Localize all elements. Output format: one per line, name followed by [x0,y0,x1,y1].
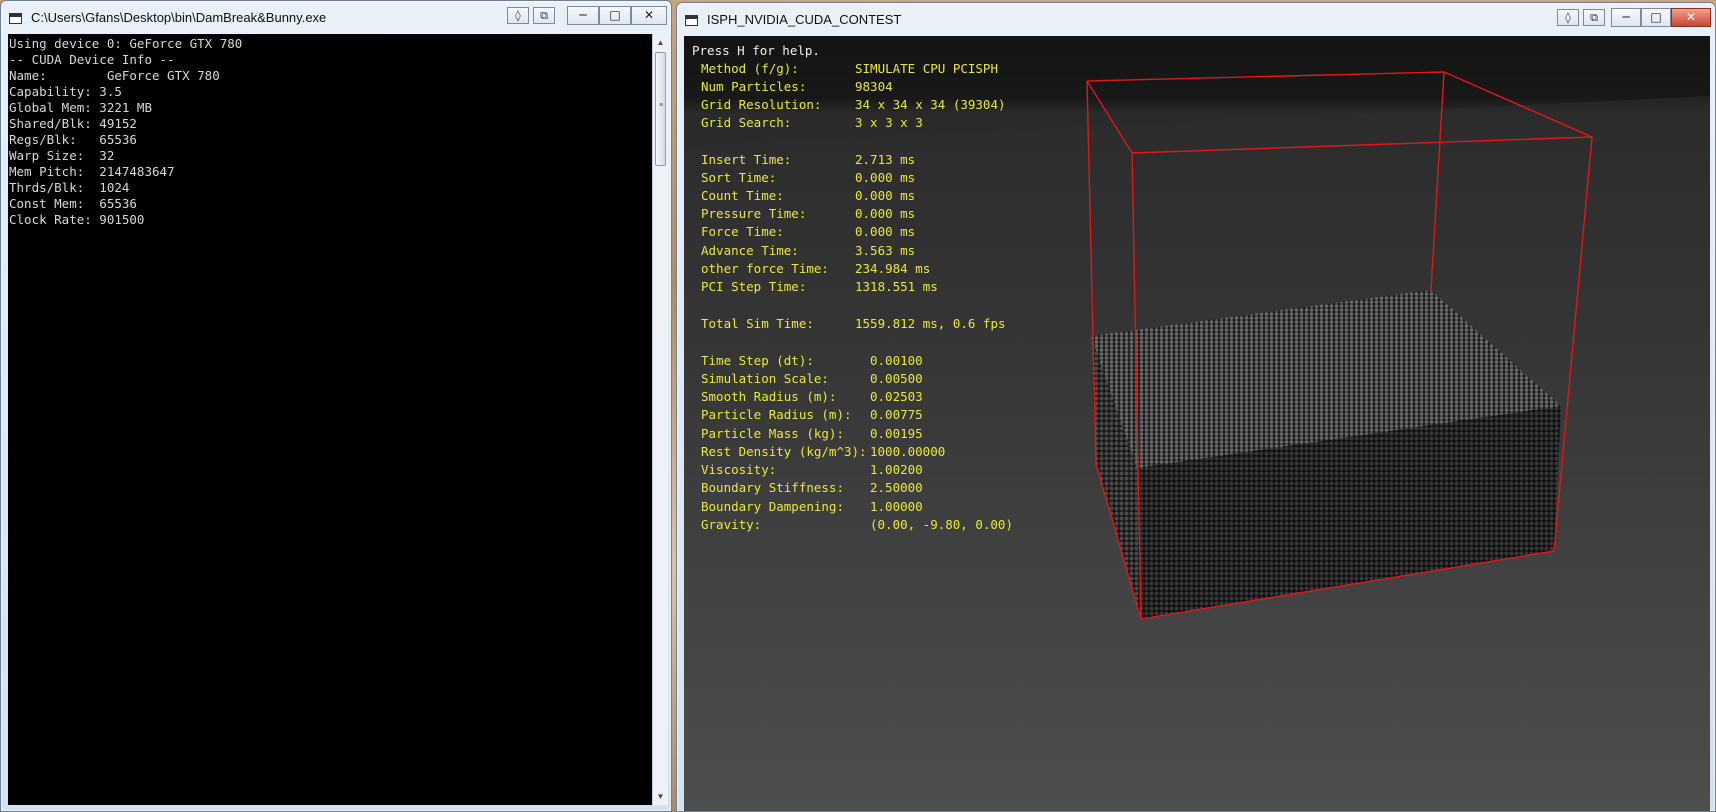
scroll-thumb[interactable]: ≡ [655,52,666,166]
console-line: Shared/Blk: 49152 [9,116,137,131]
simulation-window: ISPH_NVIDIA_CUDA_CONTEST ◊ ⧉ ─ □ ✕ Press… [676,2,1716,812]
stat-value: 34 x 34 x 34 (39304) [855,97,1006,112]
console-line: -- CUDA Device Info -- [9,52,175,67]
stat-value: 0.000 ms [855,224,916,239]
console-title: C:\Users\Gfans\Desktop\bin\DamBreak&Bunn… [31,10,327,25]
simulation-extra-button-2[interactable]: ⧉ [1583,9,1605,26]
param-value: 0.00775 [870,407,923,422]
simulation-close-button[interactable]: ✕ [1671,8,1711,27]
help-hint: Press H for help. [692,43,820,58]
console-line: Capability: 3.5 [9,84,122,99]
stat-value: SIMULATE CPU PCISPH [855,61,998,76]
param-label: Particle Mass (kg): [701,426,844,441]
stat-value: 234.984 ms [855,261,931,276]
render-viewport[interactable]: Press H for help. Method (f/g): Num Part… [684,36,1710,811]
param-label: Viscosity: [701,462,777,477]
simulation-extra-button-1[interactable]: ◊ [1557,9,1579,26]
stat-value: 2.713 ms [855,152,916,167]
console-line: Using device 0: GeForce GTX 780 [9,36,243,51]
stat-label: other force Time: [701,261,829,276]
console-scrollbar[interactable]: ▲ ≡ ▼ [652,34,668,805]
param-value: 2.50000 [870,480,923,495]
stat-label: Pressure Time: [701,206,807,221]
simulation-titlebar[interactable]: ISPH_NVIDIA_CUDA_CONTEST ◊ ⧉ ─ □ ✕ [677,3,1715,35]
param-value: 0.00500 [870,371,923,386]
param-value: 0.00195 [870,426,923,441]
stat-label: Method (f/g): [701,61,799,76]
param-label: Time Step (dt): [701,353,814,368]
param-value: 0.02503 [870,389,923,404]
simulation-minimize-button[interactable]: ─ [1611,8,1641,27]
stat-label: Force Time: [701,224,784,239]
stat-value: 98304 [855,79,893,94]
stat-label: PCI Step Time: [701,279,807,294]
stat-value: 0.000 ms [855,170,916,185]
param-value: 1.00000 [870,499,923,514]
stat-label: Insert Time: [701,152,792,167]
param-label: Smooth Radius (m): [701,389,837,404]
console-output[interactable]: Using device 0: GeForce GTX 780 -- CUDA … [8,34,652,805]
param-label: Rest Density (kg/m^3): [701,444,867,459]
param-label: Boundary Dampening: [701,499,844,514]
stat-label: Count Time: [701,188,784,203]
stat-label: Sort Time: [701,170,777,185]
console-maximize-button[interactable]: □ [599,6,631,25]
console-line: Global Mem: 3221 MB [9,100,152,115]
param-label: Gravity: [701,517,762,532]
param-label: Boundary Stiffness: [701,480,844,495]
stat-value: 3 x 3 x 3 [855,115,923,130]
console-line: Const Mem: 65536 [9,196,137,211]
console-minimize-button[interactable]: ─ [567,6,599,25]
stat-label: Num Particles: [701,79,807,94]
console-extra-button-1[interactable]: ◊ [507,7,529,24]
simulation-title: ISPH_NVIDIA_CUDA_CONTEST [707,12,902,27]
console-extra-button-2[interactable]: ⧉ [533,7,555,24]
console-line: Clock Rate: 901500 [9,212,145,227]
scroll-up-arrow-icon[interactable]: ▲ [653,35,668,50]
param-value: 0.00100 [870,353,923,368]
stat-value: 3.563 ms [855,243,916,258]
simulation-maximize-button[interactable]: □ [1641,8,1671,27]
console-line: Regs/Blk: 65536 [9,132,137,147]
param-value: 1.00200 [870,462,923,477]
stat-label: Grid Search: [701,115,792,130]
grip-icon: ≡ [659,102,664,109]
console-line: Mem Pitch: 2147483647 [9,164,175,179]
stat-label: Advance Time: [701,243,799,258]
param-value: 1000.00000 [870,444,946,459]
scroll-down-arrow-icon[interactable]: ▼ [653,789,668,804]
stat-value: 1559.812 ms, 0.6 fps [855,316,1006,331]
param-label: Simulation Scale: [701,371,829,386]
stat-label: Total Sim Time: [701,316,814,331]
console-close-button[interactable]: ✕ [631,6,667,25]
particle-scene [684,71,1710,811]
console-app-icon [9,13,22,24]
console-line: Name: GeForce GTX 780 [9,68,220,83]
stat-value: 0.000 ms [855,188,916,203]
console-titlebar[interactable]: C:\Users\Gfans\Desktop\bin\DamBreak&Bunn… [1,1,671,33]
param-value: (0.00, -9.80, 0.00) [870,517,1013,532]
console-line: Warp Size: 32 [9,148,115,163]
console-line: Thrds/Blk: 1024 [9,180,130,195]
param-label: Particle Radius (m): [701,407,852,422]
stat-value: 0.000 ms [855,206,916,221]
simulation-app-icon [685,15,698,26]
stat-label: Grid Resolution: [701,97,822,112]
console-window: C:\Users\Gfans\Desktop\bin\DamBreak&Bunn… [0,0,672,812]
stat-value: 1318.551 ms [855,279,938,294]
